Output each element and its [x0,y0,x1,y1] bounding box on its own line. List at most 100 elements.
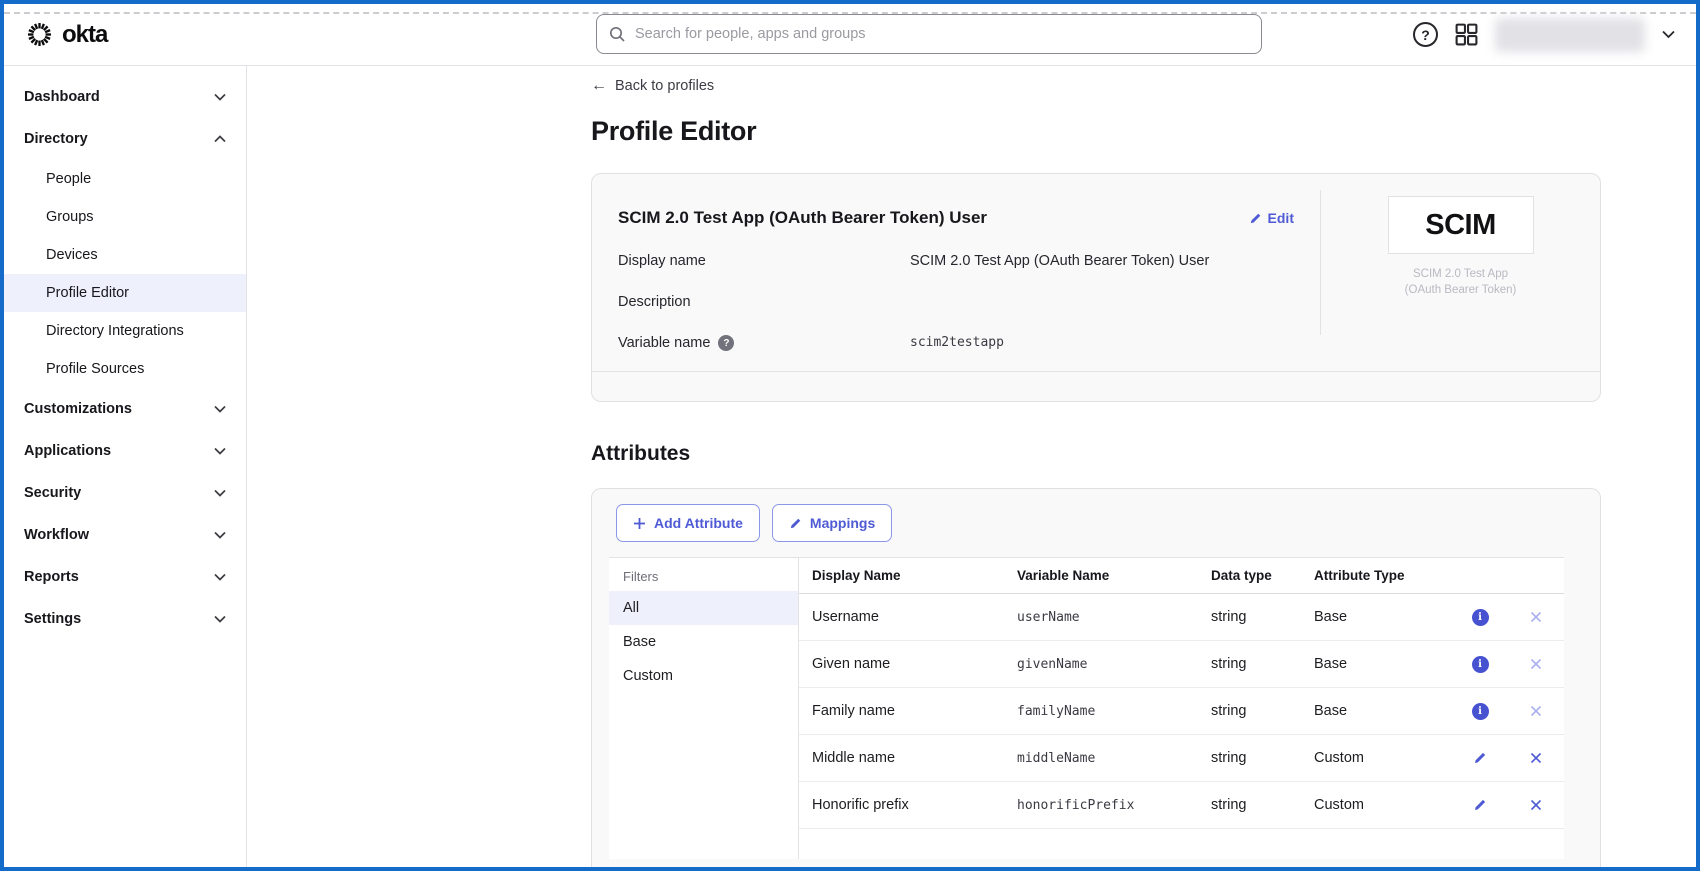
app-logo-section: SCIM SCIM 2.0 Test App (OAuth Bearer Tok… [1320,190,1600,335]
info-icon[interactable]: i [1471,702,1489,720]
sidebar-item-workflow[interactable]: Workflow [4,514,246,556]
filters-panel: Filters All Base Custom [609,558,799,859]
chevron-down-icon [1662,30,1675,39]
page-title: Profile Editor [591,116,757,146]
edit-profile-button[interactable]: Edit [1249,210,1294,226]
okta-brand[interactable]: okta [26,21,108,49]
table-header: Display Name Variable Name Data type Att… [799,558,1564,594]
remove-attribute-icon[interactable] [1530,752,1542,764]
remove-attribute-icon[interactable] [1530,611,1542,623]
remove-attribute-icon[interactable] [1530,799,1542,811]
sidebar-item-security[interactable]: Security [4,472,246,514]
variable-name-help-icon[interactable]: ? [718,335,735,351]
edit-label: Edit [1267,210,1294,226]
sidebar-item-label: Dashboard [24,89,100,105]
sidebar-item-label: Customizations [24,401,132,417]
column-display-name: Display Name [812,568,901,583]
sidebar-item-applications[interactable]: Applications [4,430,246,472]
sidebar-item-directory[interactable]: Directory [4,118,246,160]
attributes-panel: Add Attribute Mappings Filters All Base … [591,488,1601,867]
pencil-icon [1250,213,1260,223]
chevron-down-icon [214,573,226,581]
sidebar-item-label: Security [24,485,82,501]
field-label: Display name [618,253,706,269]
remove-attribute-icon[interactable] [1530,658,1542,670]
back-link-label: Back to profiles [615,78,715,94]
mappings-button[interactable]: Mappings [771,504,893,542]
sidebar-item-label: Directory [24,131,88,147]
sidebar-item-groups[interactable]: Groups [4,198,246,236]
field-value: scim2testapp [910,335,1004,350]
top-navigation-bar: okta ? [4,4,1696,66]
sidebar-item-profile-sources[interactable]: Profile Sources [4,350,246,388]
search-icon [609,26,625,42]
table-row: Honorific prefix honorificPrefix string … [799,782,1564,829]
profile-card-footer [592,371,1600,401]
filter-base[interactable]: Base [609,625,798,659]
filters-label: Filters [623,569,659,584]
info-icon[interactable]: i [1471,608,1489,626]
sidebar-item-label: Applications [24,443,112,459]
okta-logo-icon [28,23,51,46]
field-description: Description [618,294,1320,310]
help-button[interactable]: ? [1413,22,1438,47]
table-row-partial [799,829,1564,859]
sidebar-item-settings[interactable]: Settings [4,598,246,640]
filter-all[interactable]: All [609,591,798,625]
apps-grid-button[interactable] [1454,22,1479,47]
profile-summary-card: SCIM 2.0 Test App (OAuth Bearer Token) U… [591,173,1601,402]
chevron-down-icon [214,93,226,101]
back-to-profiles-link[interactable]: ← Back to profiles [591,77,715,95]
field-display-name: Display name SCIM 2.0 Test App (OAuth Be… [618,253,1320,269]
search-input[interactable] [635,26,1249,42]
column-attribute-type: Attribute Type [1314,568,1405,583]
account-name-redacted[interactable] [1495,17,1645,52]
sidebar-item-profile-editor[interactable]: Profile Editor [4,274,246,312]
plus-icon [634,517,645,529]
attributes-toolbar: Add Attribute Mappings [592,489,1600,557]
add-attribute-button[interactable]: Add Attribute [616,504,760,542]
scim-app-logo: SCIM [1387,196,1534,254]
chevron-down-icon [214,531,226,539]
chevron-down-icon [214,447,226,455]
sidebar-item-dashboard[interactable]: Dashboard [4,76,246,118]
table-row: Given name givenName string Base i [799,641,1564,688]
sidebar-item-label: Reports [24,569,79,585]
okta-admin-console: { "colors": { "frame_blue": "#156bc9", "… [0,0,1700,871]
sidebar-item-directory-integrations[interactable]: Directory Integrations [4,312,246,350]
sidebar-item-people[interactable]: People [4,160,246,198]
profile-card-title: SCIM 2.0 Test App (OAuth Bearer Token) U… [618,208,988,227]
chevron-down-icon [214,489,226,497]
attributes-heading: Attributes [591,442,691,465]
field-label: Description [618,294,691,310]
remove-attribute-icon[interactable] [1530,705,1542,717]
table-row: Family name familyName string Base i [799,688,1564,735]
chevron-up-icon [214,135,226,143]
info-icon[interactable]: i [1471,655,1489,673]
back-arrow-icon: ← [591,77,607,94]
sidebar-item-customizations[interactable]: Customizations [4,388,246,430]
attributes-table: Display Name Variable Name Data type Att… [799,558,1564,859]
sidebar-item-label: Settings [24,611,82,627]
account-menu-button[interactable] [1661,29,1676,40]
field-variable-name: Variable name ? scim2testapp [618,335,1320,351]
table-row: Middle name middleName string Custom [799,735,1564,782]
chevron-down-icon [214,405,226,413]
global-search[interactable] [596,14,1262,54]
filter-custom[interactable]: Custom [609,659,798,693]
topbar-actions: ? [1413,4,1676,65]
question-mark-icon: ? [1421,26,1430,43]
sidebar-item-devices[interactable]: Devices [4,236,246,274]
chevron-down-icon [214,615,226,623]
table-row: Username userName string Base i [799,594,1564,641]
sidebar-navigation: Dashboard Directory People Groups Device… [4,66,247,867]
pencil-icon [790,518,801,528]
field-value: SCIM 2.0 Test App (OAuth Bearer Token) U… [910,253,1210,269]
main-content: ← Back to profiles Profile Editor SCIM 2… [247,66,1696,867]
sidebar-item-label: Workflow [24,527,89,543]
edit-attribute-icon[interactable] [1473,798,1487,812]
sidebar-item-reports[interactable]: Reports [4,556,246,598]
column-data-type: Data type [1211,568,1272,583]
app-logo-caption: SCIM 2.0 Test App (OAuth Bearer Token) [1404,268,1517,297]
edit-attribute-icon[interactable] [1473,751,1487,765]
